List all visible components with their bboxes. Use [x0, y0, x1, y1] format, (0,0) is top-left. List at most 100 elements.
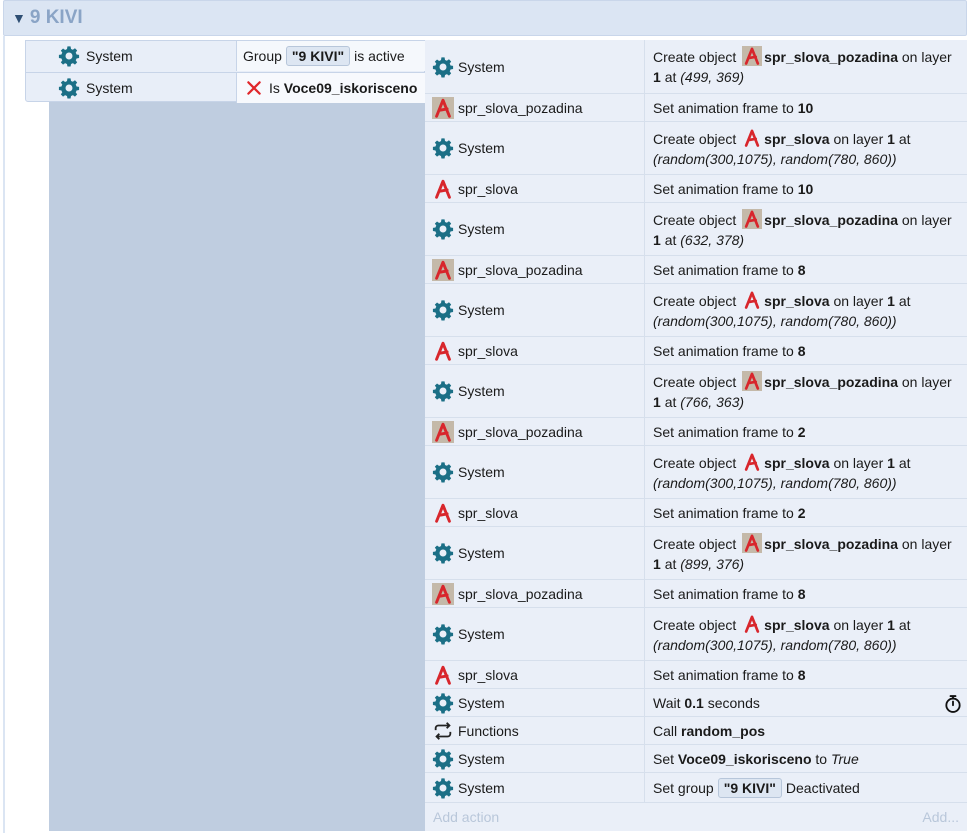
action-object[interactable]: System — [425, 446, 645, 498]
layer-value: 1 — [653, 393, 661, 410]
action-row[interactable]: System Wait 0.1 seconds — [425, 689, 967, 717]
action-row[interactable]: Functions Call random_pos — [425, 717, 967, 745]
action-object[interactable]: System — [425, 527, 645, 579]
action-content[interactable]: Create object spr_slova on layer 1 at (r… — [645, 446, 967, 498]
action-content[interactable]: Set group "9 KIVI" Deactivated — [645, 773, 967, 802]
action-row[interactable]: System Create object spr_slova on layer 1… — [425, 446, 967, 499]
condition-text-pre: Is — [269, 80, 280, 96]
add-more-link[interactable]: Add... — [922, 809, 959, 825]
action-text-on-layer: on layer — [833, 130, 884, 147]
action-text: Create object spr_slova_pozadina on laye… — [653, 46, 961, 87]
action-content[interactable]: Set animation frame to 8 — [645, 580, 967, 607]
action-object-name: spr_slova_pozadina — [458, 423, 583, 440]
action-content[interactable]: Create object spr_slova_pozadina on laye… — [645, 527, 967, 579]
action-object[interactable]: System — [425, 608, 645, 660]
action-object[interactable]: System — [425, 773, 645, 802]
sprite-a-bg-icon — [742, 208, 763, 229]
action-row[interactable]: System Create object spr_slova_pozadina o… — [425, 527, 967, 580]
action-object[interactable]: Functions — [425, 717, 645, 744]
action-content[interactable]: Call random_pos — [645, 717, 967, 744]
action-object[interactable]: System — [425, 365, 645, 417]
add-action-row[interactable]: Add action Add... — [425, 803, 967, 831]
action-row[interactable]: spr_slova Set animation frame to 8 — [425, 661, 967, 689]
group-title: 9 KIVI — [29, 7, 83, 28]
action-object[interactable]: System — [425, 203, 645, 255]
sprite-a-icon — [745, 291, 760, 309]
gear-icon — [432, 777, 454, 799]
action-content[interactable]: Set animation frame to 10 — [645, 175, 967, 202]
action-object[interactable]: System — [425, 40, 645, 93]
action-content[interactable]: Create object spr_slova_pozadina on laye… — [645, 365, 967, 417]
action-object[interactable]: spr_slova_pozadina — [425, 580, 645, 607]
action-content[interactable]: Create object spr_slova_pozadina on laye… — [645, 40, 967, 93]
action-object[interactable]: spr_slova — [425, 661, 645, 688]
action-object-param: spr_slova — [764, 292, 830, 309]
action-text: Call random_pos — [653, 721, 765, 741]
action-text: Create object spr_slova_pozadina on laye… — [653, 532, 961, 574]
action-content[interactable]: Set animation frame to 2 — [645, 418, 967, 445]
position-value: (899, 376) — [680, 555, 745, 572]
action-content[interactable]: Create object spr_slova on layer 1 at (r… — [645, 608, 967, 660]
action-verb: Set animation frame to — [653, 180, 794, 197]
action-row[interactable]: System Create object spr_slova_pozadina o… — [425, 365, 967, 418]
add-action-link[interactable]: Add action — [433, 809, 499, 825]
action-content[interactable]: Create object spr_slova on layer 1 at (r… — [645, 122, 967, 174]
action-row[interactable]: System Create object spr_slova on layer 1… — [425, 608, 967, 661]
action-row[interactable]: System Create object spr_slova_pozadina o… — [425, 40, 967, 94]
action-object-param: spr_slova_pozadina — [764, 373, 898, 390]
action-object[interactable]: spr_slova_pozadina — [425, 256, 645, 283]
action-content[interactable]: Set animation frame to 2 — [645, 499, 967, 526]
action-object[interactable]: spr_slova — [425, 175, 645, 202]
sprite-letter-a-icon — [745, 47, 760, 65]
action-content[interactable]: Create object spr_slova_pozadina on laye… — [645, 203, 967, 255]
action-row[interactable]: spr_slova_pozadina Set animation frame to… — [425, 418, 967, 446]
action-row[interactable]: spr_slova Set animation frame to 2 — [425, 499, 967, 527]
action-object[interactable]: spr_slova_pozadina — [425, 94, 645, 121]
stopwatch-icon[interactable] — [943, 694, 963, 714]
action-content[interactable]: Create object spr_slova on layer 1 at (r… — [645, 284, 967, 336]
action-row[interactable]: spr_slova Set animation frame to 8 — [425, 337, 967, 365]
action-content[interactable]: Wait 0.1 seconds — [645, 689, 967, 716]
triangle-down-icon[interactable]: ▼ — [12, 11, 26, 25]
action-object[interactable]: System — [425, 122, 645, 174]
action-content[interactable]: Set animation frame to 8 — [645, 337, 967, 364]
action-object[interactable]: spr_slova — [425, 337, 645, 364]
group-header[interactable]: ▼ 9 KIVI — [3, 0, 967, 36]
action-row[interactable]: System Create object spr_slova on layer 1… — [425, 122, 967, 175]
action-object[interactable]: System — [425, 745, 645, 772]
position-value: (random(300,1075), random(780, 860)) — [653, 474, 897, 491]
action-row[interactable]: spr_slova_pozadina Set animation frame to… — [425, 580, 967, 608]
action-row[interactable]: spr_slova_pozadina Set animation frame to… — [425, 256, 967, 284]
function-name: random_pos — [681, 722, 766, 739]
group-left-border — [3, 36, 5, 833]
actions-block: System Create object spr_slova_pozadina o… — [425, 40, 967, 831]
action-object[interactable]: spr_slova_pozadina — [425, 418, 645, 445]
action-content[interactable]: Set animation frame to 10 — [645, 94, 967, 121]
condition-row[interactable]: System Group "9 KIVI" is active — [26, 41, 426, 71]
action-verb: Set animation frame to — [653, 504, 794, 521]
action-object[interactable]: System — [425, 284, 645, 336]
condition-text[interactable]: Group "9 KIVI" is active — [236, 41, 426, 71]
action-verb: Set animation frame to — [653, 666, 794, 683]
sprite-letter-a-icon — [745, 210, 760, 228]
action-row[interactable]: System Set group "9 KIVI" Deactivated — [425, 773, 967, 803]
sprite-letter-a-icon — [745, 372, 760, 390]
action-content[interactable]: Set animation frame to 8 — [645, 256, 967, 283]
action-text: Wait 0.1 seconds — [653, 693, 760, 713]
action-row[interactable]: spr_slova_pozadina Set animation frame to… — [425, 94, 967, 122]
action-content[interactable]: Set animation frame to 8 — [645, 661, 967, 688]
action-object[interactable]: System — [425, 689, 645, 716]
action-text: Create object spr_slova on layer 1 at (r… — [653, 128, 961, 169]
condition-text[interactable]: Is Voce09_iskorisceno — [236, 73, 426, 103]
action-row[interactable]: System Set Voce09_iskorisceno to True — [425, 745, 967, 773]
conditions-block[interactable]: System Group "9 KIVI" is active System I… — [25, 40, 426, 103]
frame-value: 2 — [797, 423, 806, 440]
action-row[interactable]: System Create object spr_slova on layer 1… — [425, 284, 967, 337]
gear-icon — [432, 462, 454, 483]
action-content[interactable]: Set Voce09_iskorisceno to True — [645, 745, 967, 772]
action-row[interactable]: System Create object spr_slova_pozadina o… — [425, 203, 967, 256]
condition-row[interactable]: System Is Voce09_iskorisceno — [26, 72, 426, 103]
action-verb: Create object — [653, 49, 737, 65]
action-object[interactable]: spr_slova — [425, 499, 645, 526]
action-row[interactable]: spr_slova Set animation frame to 10 — [425, 175, 967, 203]
